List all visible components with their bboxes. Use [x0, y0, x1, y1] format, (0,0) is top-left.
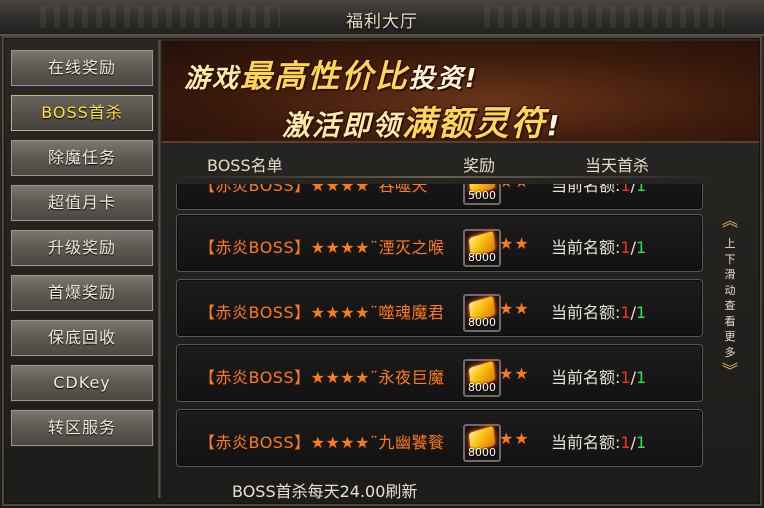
scroll-hint-text: 上下滑动查看更多 [718, 236, 742, 360]
boss-name: 【赤炎BOSS】★★★★¨九幽饕餮 [199, 433, 445, 452]
quota-text: 当前名额:1/1 [551, 299, 646, 323]
quota-max: 1 [635, 184, 647, 195]
reward-amount: 8000 [468, 316, 496, 329]
boss-list[interactable]: 【赤炎BOSS】★★★★¨吞噬天 ★★ 5000 当前名额:1/1 【赤炎BOS… [175, 184, 705, 476]
quota-max: 1 [635, 433, 647, 452]
header-boss-name: BOSS名单 [207, 156, 283, 175]
boss-stars-tail: ★★ [499, 299, 530, 318]
quota-label: 当前名额: [551, 184, 621, 195]
boss-stars-tail: ★★ [499, 364, 530, 383]
table-row: 【赤炎BOSS】★★★★¨噬魂魔君 ★★ 8000 当前名额:1/1 [176, 279, 703, 337]
boss-stars-tail: ★★ [499, 429, 530, 448]
quota-text: 当前名额:1/1 [551, 364, 646, 388]
sidebar-item-level-reward[interactable]: 升级奖励 [10, 229, 154, 267]
banner-line-1: 游戏最高性价比投资! [184, 51, 478, 97]
sidebar-item-online-reward[interactable]: 在线奖励 [10, 49, 154, 87]
quota-label: 当前名额: [551, 238, 621, 257]
quota-label: 当前名额: [551, 368, 621, 387]
banner-line-2: 激活即领满额灵符! [282, 95, 562, 143]
boss-stars-tail: ★★ [499, 234, 530, 253]
reward-item[interactable]: 8000 [463, 359, 501, 397]
quota-text: 当前名额:1/1 [551, 234, 646, 258]
quota-max: 1 [635, 238, 647, 257]
header-divider [165, 176, 720, 178]
reward-item[interactable]: 8000 [463, 294, 501, 332]
header-reward: 奖励 [463, 156, 496, 175]
table-row: 【赤炎BOSS】★★★★¨湮灭之喉 ★★ 8000 当前名额:1/1 [176, 214, 703, 272]
banner-line-1-a: 游戏 [184, 64, 241, 94]
table-row: 【赤炎BOSS】★★★★¨九幽饕餮 ★★ 8000 当前名额:1/1 [176, 409, 703, 467]
sidebar: 在线奖励 BOSS首杀 除魔任务 超值月卡 升级奖励 首爆奖励 保底回收 CDK… [4, 40, 158, 498]
sidebar-item-demon-quest[interactable]: 除魔任务 [10, 139, 154, 177]
quota-max: 1 [635, 303, 647, 322]
scroll-indicator[interactable]: ︽ 上下滑动查看更多 ︾ [718, 211, 742, 426]
boss-name: 【赤炎BOSS】★★★★¨永夜巨魔 [199, 368, 445, 387]
quota-current: 1 [620, 238, 631, 257]
reward-item[interactable]: 8000 [463, 424, 501, 462]
sidebar-item-monthly-card[interactable]: 超值月卡 [10, 184, 154, 222]
sidebar-item-first-drop[interactable]: 首爆奖励 [10, 274, 154, 312]
banner-line-2-c: ! [546, 109, 562, 142]
chevron-up-double-icon: ︽ [721, 211, 738, 230]
banner-line-1-b: 最高性价比 [240, 59, 409, 95]
list-header: BOSS名单 奖励 当天首杀 [165, 146, 720, 178]
boss-stars-tail: ★★ [499, 184, 530, 191]
sidebar-divider [158, 40, 161, 498]
quota-current: 1 [620, 184, 631, 195]
quota-text: 当前名额:1/1 [551, 184, 646, 196]
table-row: 【赤炎BOSS】★★★★¨吞噬天 ★★ 5000 当前名额:1/1 [176, 184, 703, 210]
quota-label: 当前名额: [551, 303, 621, 322]
welfare-hall-window: 福利大厅 在线奖励 BOSS首杀 除魔任务 超值月卡 升级奖励 首爆奖励 保底回… [0, 0, 764, 508]
quota-current: 1 [620, 433, 631, 452]
banner-line-2-b: 满额灵符 [402, 104, 547, 143]
quota-max: 1 [635, 368, 647, 387]
reward-amount: 8000 [468, 381, 496, 394]
sidebar-item-server-transfer[interactable]: 转区服务 [10, 409, 154, 447]
chevron-down-double-icon: ︾ [721, 361, 738, 380]
title-bar: 福利大厅 [0, 0, 764, 36]
sidebar-item-recycle[interactable]: 保底回收 [10, 319, 154, 357]
scroll-hint-label: 上下滑动查看更多 [724, 237, 736, 359]
quota-current: 1 [620, 368, 631, 387]
reward-amount: 8000 [468, 446, 496, 459]
reward-amount: 8000 [468, 251, 496, 264]
quota-text: 当前名额:1/1 [551, 429, 646, 453]
reward-item[interactable]: 8000 [463, 229, 501, 267]
boss-name: 【赤炎BOSS】★★★★¨湮灭之喉 [199, 238, 445, 257]
promo-banner: 游戏最高性价比投资! 激活即领满额灵符! [162, 41, 759, 143]
header-first-kill: 当天首杀 [585, 156, 650, 175]
sidebar-item-boss-first-kill[interactable]: BOSS首杀 [10, 94, 154, 132]
quota-current: 1 [620, 303, 631, 322]
sidebar-item-cdkey[interactable]: CDKey [10, 364, 154, 402]
table-row: 【赤炎BOSS】★★★★¨永夜巨魔 ★★ 8000 当前名额:1/1 [176, 344, 703, 402]
quota-label: 当前名额: [551, 433, 621, 452]
reward-item[interactable]: 5000 [463, 184, 501, 205]
window-title: 福利大厅 [346, 12, 418, 32]
boss-name: 【赤炎BOSS】★★★★¨噬魂魔君 [199, 303, 445, 322]
banner-line-1-c: 投资! [408, 64, 479, 94]
refresh-note: BOSS首杀每天24.00刷新 [232, 482, 418, 501]
banner-line-2-a: 激活即领 [282, 109, 403, 142]
reward-amount: 5000 [468, 189, 496, 202]
boss-name: 【赤炎BOSS】★★★★¨吞噬天 [199, 184, 428, 195]
